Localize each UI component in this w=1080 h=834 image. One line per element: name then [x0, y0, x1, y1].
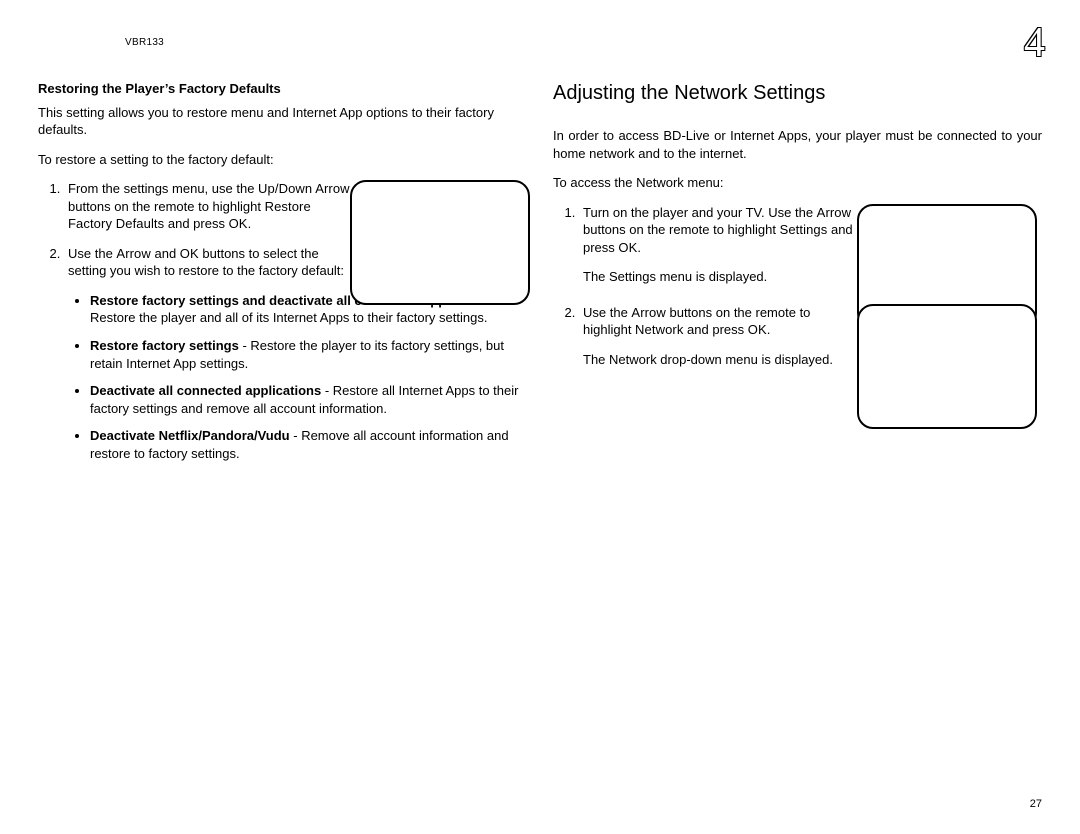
- section-heading-network: Adjusting the Network Settings: [553, 80, 1042, 107]
- right-column: Adjusting the Network Settings In order …: [553, 80, 1042, 474]
- chapter-number: 4: [1024, 22, 1045, 64]
- network-step-1-result: The Settings menu is displayed.: [583, 268, 853, 286]
- restore-option-4: Deactivate Netflix/Pandora/Vudu - Remove…: [90, 427, 527, 462]
- restore-steps-with-figure: From the settings menu, use the Up/Down …: [38, 180, 527, 462]
- network-lead-in: To access the Network menu:: [553, 174, 1042, 192]
- ui-term: Settings: [780, 222, 828, 237]
- screenshot-placeholder: [350, 180, 530, 305]
- ui-term: OK: [229, 216, 248, 231]
- ui-term: Up/Down Arrow: [258, 181, 350, 196]
- page-number: 27: [1030, 797, 1042, 812]
- restore-intro: This setting allows you to restore menu …: [38, 104, 527, 139]
- restore-option-3: Deactivate all connected applications - …: [90, 382, 527, 417]
- screenshot-placeholder: [857, 304, 1037, 429]
- network-step-2-result: The Network drop-down menu is displayed.: [583, 351, 853, 369]
- ui-term: OK: [618, 240, 637, 255]
- content-columns: Restoring the Player’s Factory Defaults …: [38, 80, 1042, 474]
- ui-term: Arrow: [116, 246, 150, 261]
- restore-options-list: Restore factory settings and deactivate …: [68, 292, 527, 462]
- network-step-2-row: Use the Arrow buttons on the remote to h…: [553, 304, 1042, 369]
- network-intro: In order to access BD-Live or Internet A…: [553, 127, 1042, 162]
- restore-lead-in: To restore a setting to the factory defa…: [38, 151, 527, 169]
- manual-page: VBR133 4 Restoring the Player’s Factory …: [0, 0, 1080, 834]
- restore-option-2: Restore factory settings - Restore the p…: [90, 337, 527, 372]
- ui-term: OK: [180, 246, 199, 261]
- ui-term: OK: [748, 322, 767, 337]
- model-number: VBR133: [125, 36, 164, 50]
- ui-term: Network: [635, 322, 683, 337]
- network-step-1-row: Turn on the player and your TV. Use the …: [553, 204, 1042, 286]
- section-heading-restore: Restoring the Player’s Factory Defaults: [38, 80, 527, 98]
- ui-term: Arrow: [631, 305, 665, 320]
- left-column: Restoring the Player’s Factory Defaults …: [38, 80, 527, 474]
- ui-term: Arrow: [817, 205, 851, 220]
